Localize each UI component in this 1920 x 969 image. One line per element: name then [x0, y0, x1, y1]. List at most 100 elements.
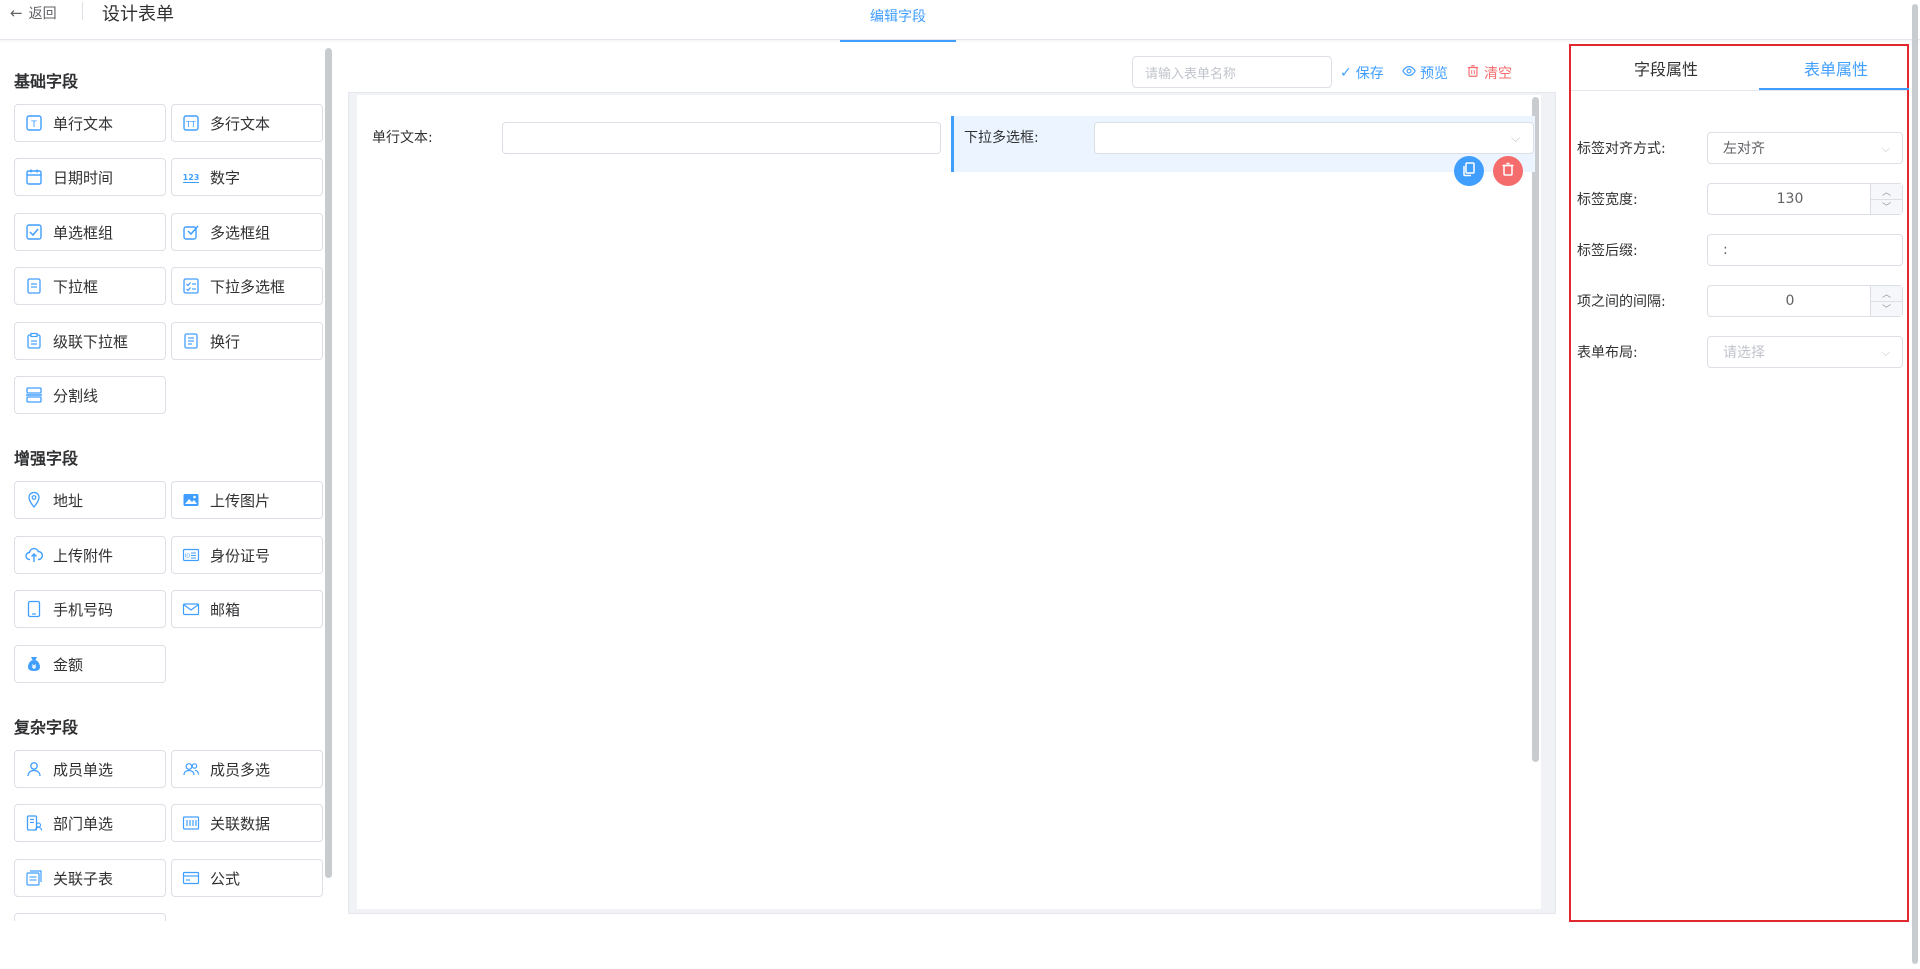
field-single-text-input[interactable] — [502, 122, 941, 154]
svg-text:¥: ¥ — [32, 663, 37, 671]
label-suffix-input[interactable]: : — [1707, 234, 1903, 266]
mail-icon — [182, 600, 200, 618]
palette-item-id-card[interactable]: ID 身份证号 — [171, 536, 323, 574]
tab-edit-fields[interactable]: 编辑字段 — [840, 0, 956, 42]
textarea-icon: TT — [182, 114, 200, 132]
form-layout-select[interactable]: 请选择 ⌵ — [1707, 336, 1903, 368]
page-scrollbar[interactable] — [1912, 4, 1918, 964]
trash-icon — [1500, 161, 1516, 181]
label-align-select[interactable]: 左对齐 ⌵ — [1707, 132, 1903, 164]
palette-item-label: 关联数据 — [210, 814, 271, 833]
user-icon — [25, 760, 43, 778]
clear-label: 清空 — [1484, 66, 1512, 82]
palette-item-multi-select[interactable]: 下拉多选框 — [171, 267, 323, 305]
palette-item-label: 上传附件 — [53, 546, 114, 565]
palette-item-linked-data[interactable]: 关联数据 — [171, 804, 323, 842]
enhanced-fields-title: 增强字段 — [14, 449, 79, 468]
item-gap-stepper[interactable]: ︿ ﹀ — [1870, 286, 1902, 316]
palette-item-label: 换行 — [210, 332, 241, 351]
palette-item-label: 部门单选 — [53, 814, 114, 833]
palette-item-label: 下拉框 — [53, 277, 99, 296]
palette-item-label: 多行文本 — [210, 114, 271, 133]
chevron-down-icon: ⌵ — [1881, 346, 1890, 359]
label-width-stepper[interactable]: ︿ ﹀ — [1870, 184, 1902, 214]
preview-label: 预览 — [1420, 66, 1448, 82]
svg-text:TT: TT — [185, 120, 196, 129]
canvas-scrollbar[interactable] — [1532, 97, 1539, 762]
save-button[interactable]: ✓ 保存 — [1340, 63, 1384, 83]
palette-item-address[interactable]: 地址 — [14, 481, 166, 519]
form-layout-placeholder: 请选择 — [1723, 345, 1765, 361]
svg-text:T: T — [30, 120, 37, 130]
form-layout-label: 表单布局: — [1577, 345, 1638, 361]
palette-item-label: 金额 — [53, 655, 84, 674]
increase-icon[interactable]: ︿ — [1871, 184, 1902, 200]
palette-item-line-break[interactable]: 换行 — [171, 322, 323, 360]
item-gap-input[interactable]: 0 ︿ ﹀ — [1707, 285, 1903, 317]
label-align-value: 左对齐 — [1723, 141, 1765, 157]
palette-scrollbar[interactable] — [325, 48, 332, 878]
increase-icon[interactable]: ︿ — [1871, 286, 1902, 302]
clear-button[interactable]: 清空 — [1466, 63, 1512, 83]
palette-item-select[interactable]: 下拉框 — [14, 267, 166, 305]
item-gap-label: 项之间的间隔: — [1577, 294, 1666, 310]
trash-icon — [1466, 64, 1480, 82]
decrease-icon[interactable]: ﹀ — [1871, 200, 1902, 215]
chevron-down-icon: ⌵ — [1881, 142, 1890, 155]
palette-item-label: 单选框组 — [53, 223, 114, 242]
palette-item-upload-image[interactable]: 上传图片 — [171, 481, 323, 519]
top-bar: ← 返回 设计表单 编辑字段 — [0, 0, 1920, 42]
tab-form-properties[interactable]: 表单属性 — [1761, 56, 1911, 90]
palette-item-member-single[interactable]: 成员单选 — [14, 750, 166, 788]
palette-item-single-text[interactable]: T 单行文本 — [14, 104, 166, 142]
palette-item-upload-file[interactable]: 上传附件 — [14, 536, 166, 574]
form-name-input[interactable]: 请输入表单名称 — [1132, 56, 1332, 88]
palette-item-department-single[interactable]: 部门单选 — [14, 804, 166, 842]
field-single-text-label: 单行文本: — [372, 130, 433, 146]
save-label: 保存 — [1355, 66, 1384, 82]
label-suffix-label: 标签后缀: — [1577, 243, 1638, 259]
palette-item-label: 分割线 — [53, 386, 99, 405]
form-canvas — [357, 95, 1541, 909]
decrease-icon[interactable]: ﹀ — [1871, 302, 1902, 317]
palette-item-divider[interactable]: 分割线 — [14, 376, 166, 414]
palette-item-phone[interactable]: 手机号码 — [14, 590, 166, 628]
palette-item-label: 级联下拉框 — [53, 332, 129, 351]
palette-item-datetime[interactable]: 日期时间 — [14, 158, 166, 196]
palette-item-subtable[interactable]: 关联子表 — [14, 859, 166, 897]
label-width-input[interactable]: 130 ︿ ﹀ — [1707, 183, 1903, 215]
phone-icon — [25, 600, 43, 618]
palette-item-label: 公式 — [210, 869, 241, 888]
checkbox-group-icon — [182, 223, 200, 241]
linked-data-icon — [182, 814, 200, 832]
palette-item-partial[interactable] — [14, 913, 166, 921]
svg-text:123: 123 — [183, 173, 200, 182]
palette-item-formula[interactable]: 公式 — [171, 859, 323, 897]
back-button[interactable]: ← 返回 — [10, 3, 57, 23]
palette-item-label: 单行文本 — [53, 114, 114, 133]
palette-item-label: 日期时间 — [53, 168, 114, 187]
cloud-upload-icon — [25, 546, 43, 564]
copy-field-button[interactable] — [1454, 156, 1484, 186]
preview-button[interactable]: 预览 — [1402, 63, 1448, 83]
palette-item-member-multi[interactable]: 成员多选 — [171, 750, 323, 788]
tab-field-properties[interactable]: 字段属性 — [1591, 56, 1741, 90]
delete-field-button[interactable] — [1493, 156, 1523, 186]
palette-item-label: 邮箱 — [210, 600, 241, 619]
palette-item-amount[interactable]: ¥ 金额 — [14, 645, 166, 683]
palette-item-cascader[interactable]: 级联下拉框 — [14, 322, 166, 360]
palette-item-number[interactable]: 123 数字 — [171, 158, 323, 196]
palette-item-checkbox-group[interactable]: 多选框组 — [171, 213, 323, 251]
id-card-icon: ID — [182, 546, 200, 564]
select-icon — [25, 277, 43, 295]
active-tab-indicator — [1759, 88, 1909, 90]
basic-fields-title: 基础字段 — [14, 72, 79, 91]
users-icon — [182, 760, 200, 778]
palette-item-multi-text[interactable]: TT 多行文本 — [171, 104, 323, 142]
form-canvas-container — [348, 92, 1556, 914]
palette-item-email[interactable]: 邮箱 — [171, 590, 323, 628]
field-multi-select-input[interactable]: ⌵ — [1094, 122, 1534, 154]
palette-item-radio-group[interactable]: 单选框组 — [14, 213, 166, 251]
label-suffix-value: : — [1723, 242, 1728, 258]
page-title: 设计表单 — [102, 4, 174, 25]
